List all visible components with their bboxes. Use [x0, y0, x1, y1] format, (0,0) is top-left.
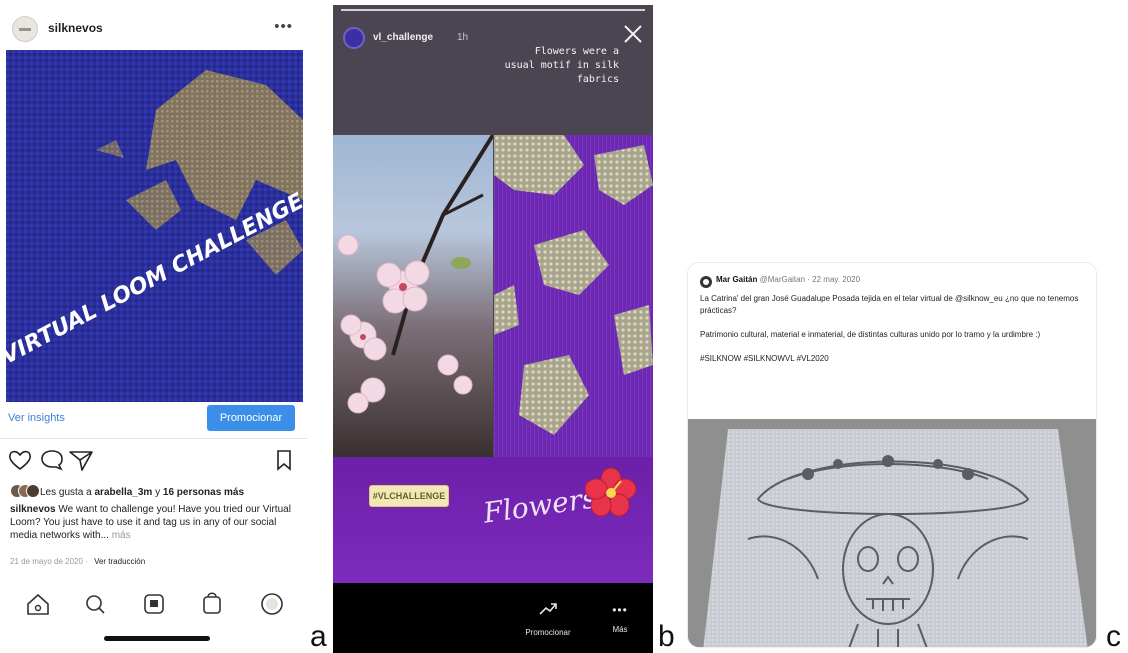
bookmark-icon[interactable] — [277, 450, 291, 471]
story-text: Flowers were a usual motif in silk fabri… — [504, 46, 619, 85]
trend-up-icon — [539, 603, 557, 615]
caption-username[interactable]: silknevos — [10, 504, 56, 515]
likes-line[interactable]: Les gusta a arabella_3m y 16 personas má… — [40, 487, 244, 498]
avatar[interactable] — [700, 276, 712, 288]
tweet-date[interactable]: 22 may. 2020 — [812, 275, 860, 284]
divider — [0, 438, 307, 439]
post-image[interactable]: VIRTUAL LOOM CHALLENGE — [6, 50, 303, 402]
tweet-image[interactable] — [688, 419, 1096, 647]
liked-by-avatars — [10, 484, 40, 498]
instagram-post-panel: silknevos ••• VIRTUAL LOOM CHALLENGE Ver… — [0, 0, 307, 653]
profile-icon[interactable] — [261, 593, 283, 615]
home-icon[interactable] — [27, 593, 49, 615]
avatar[interactable] — [12, 16, 38, 42]
more-horizontal-icon[interactable]: ••• — [274, 18, 293, 35]
story-promote-button[interactable]: Promocionar — [523, 601, 573, 637]
hibiscus-icon — [585, 467, 637, 517]
woven-pattern-graphic: VIRTUAL LOOM CHALLENGE — [6, 50, 303, 402]
blossom-photo — [333, 135, 493, 457]
comment-icon[interactable] — [41, 450, 63, 471]
tweet-body: La Catrina' del gran José Guadalupe Posa… — [700, 293, 1086, 377]
post-username[interactable]: silknevos — [48, 21, 103, 35]
story-username[interactable]: vl_challenge — [373, 32, 433, 43]
panel-label-c: c — [1106, 620, 1121, 653]
catrina-weaving-graphic — [688, 419, 1096, 647]
post-meta: 21 de mayo de 2020 · Ver traducción — [10, 557, 146, 566]
tweet-author[interactable]: Mar Gaitán — [716, 275, 757, 284]
post-caption: silknevos We want to challenge you! Have… — [10, 503, 295, 542]
close-icon[interactable] — [621, 22, 645, 46]
instagram-story-panel: vl_challenge 1h Flowers were a usual mot… — [333, 5, 653, 653]
likes-user[interactable]: arabella_3m — [95, 487, 153, 498]
search-icon[interactable] — [86, 595, 105, 614]
heart-icon[interactable] — [9, 450, 31, 471]
promote-button[interactable]: Promocionar — [207, 405, 295, 431]
post-date: 21 de mayo de 2020 — [10, 557, 83, 566]
story-more-label: Más — [612, 625, 628, 634]
tweet-hashtags[interactable]: #SILKNOW #SILKNOWVL #VL2020 — [700, 353, 1086, 365]
tweet-handle[interactable]: @MarGaitan — [760, 275, 805, 284]
reels-icon[interactable] — [144, 594, 164, 614]
silk-fabric-photo — [494, 135, 653, 457]
likes-count[interactable]: 16 personas más — [163, 487, 244, 498]
story-progress-bar — [341, 9, 645, 11]
translate-link[interactable]: Ver traducción — [94, 557, 145, 566]
panel-label-a: a — [310, 620, 327, 653]
post-actions — [8, 447, 298, 475]
home-indicator — [104, 636, 210, 641]
insights-link[interactable]: Ver insights — [8, 412, 65, 424]
story-time: 1h — [457, 32, 469, 43]
more-horizontal-icon: ••• — [612, 603, 628, 617]
hashtag-sticker[interactable]: #VLCHALLENGE — [369, 485, 449, 507]
story-more-button[interactable]: ••• Más — [605, 601, 635, 634]
shop-icon[interactable] — [203, 592, 221, 614]
bottom-nav — [0, 580, 307, 624]
tweet-card[interactable]: Mar Gaitán @MarGaitan · 22 may. 2020 La … — [687, 262, 1097, 648]
share-icon[interactable] — [69, 451, 93, 471]
tweet-paragraph-2: Patrimonio cultural, material e inmateri… — [700, 330, 1041, 339]
panel-label-b: b — [658, 620, 675, 653]
tweet-paragraph-1: La Catrina' del gran José Guadalupe Posa… — [700, 294, 1079, 315]
post-header: silknevos ••• — [0, 8, 307, 48]
caption-more-link[interactable]: más — [112, 530, 131, 541]
tweet-header: Mar Gaitán @MarGaitan · 22 may. 2020 — [716, 275, 861, 284]
avatar[interactable] — [343, 27, 365, 49]
story-promote-label: Promocionar — [525, 628, 571, 637]
